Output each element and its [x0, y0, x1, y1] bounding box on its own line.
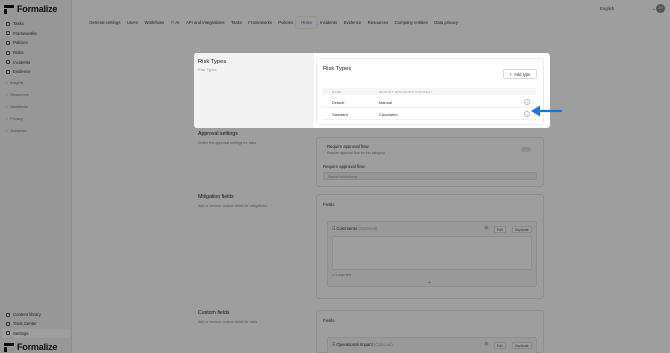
risk-types-card: Risk Types + Add type NAME DEFAULT MITIG…	[316, 58, 544, 125]
pointer-arrow-icon	[531, 105, 562, 117]
row-chevron-icon[interactable]: ›	[524, 110, 530, 117]
risk-types-modal: Risk Types Risk Types Risk Types + Add t…	[194, 53, 550, 128]
modal-subtitle: Risk Types	[198, 68, 217, 72]
column-default-mitigation: DEFAULT MITIGATION STRATEGY	[379, 90, 433, 94]
column-name: NAME	[332, 90, 342, 94]
modal-title: Risk Types	[198, 59, 227, 65]
row-name: Default	[332, 100, 345, 105]
row-name: Standard	[332, 112, 348, 117]
table-row[interactable]: Default Manual ›	[322, 96, 536, 108]
row-chevron-icon[interactable]: ›	[524, 98, 530, 105]
risk-types-table-header: NAME DEFAULT MITIGATION STRATEGY	[322, 88, 536, 95]
table-row[interactable]: Standard Calculated ›	[322, 108, 536, 120]
risk-types-card-title: Risk Types	[323, 66, 352, 72]
plus-icon: +	[509, 71, 512, 77]
add-type-button[interactable]: + Add type	[503, 69, 537, 79]
row-strategy: Manual	[379, 100, 392, 105]
add-type-label: Add type	[513, 71, 531, 77]
modal-sidebar: Risk Types Risk Types	[194, 53, 314, 128]
row-strategy: Calculated	[379, 112, 398, 117]
